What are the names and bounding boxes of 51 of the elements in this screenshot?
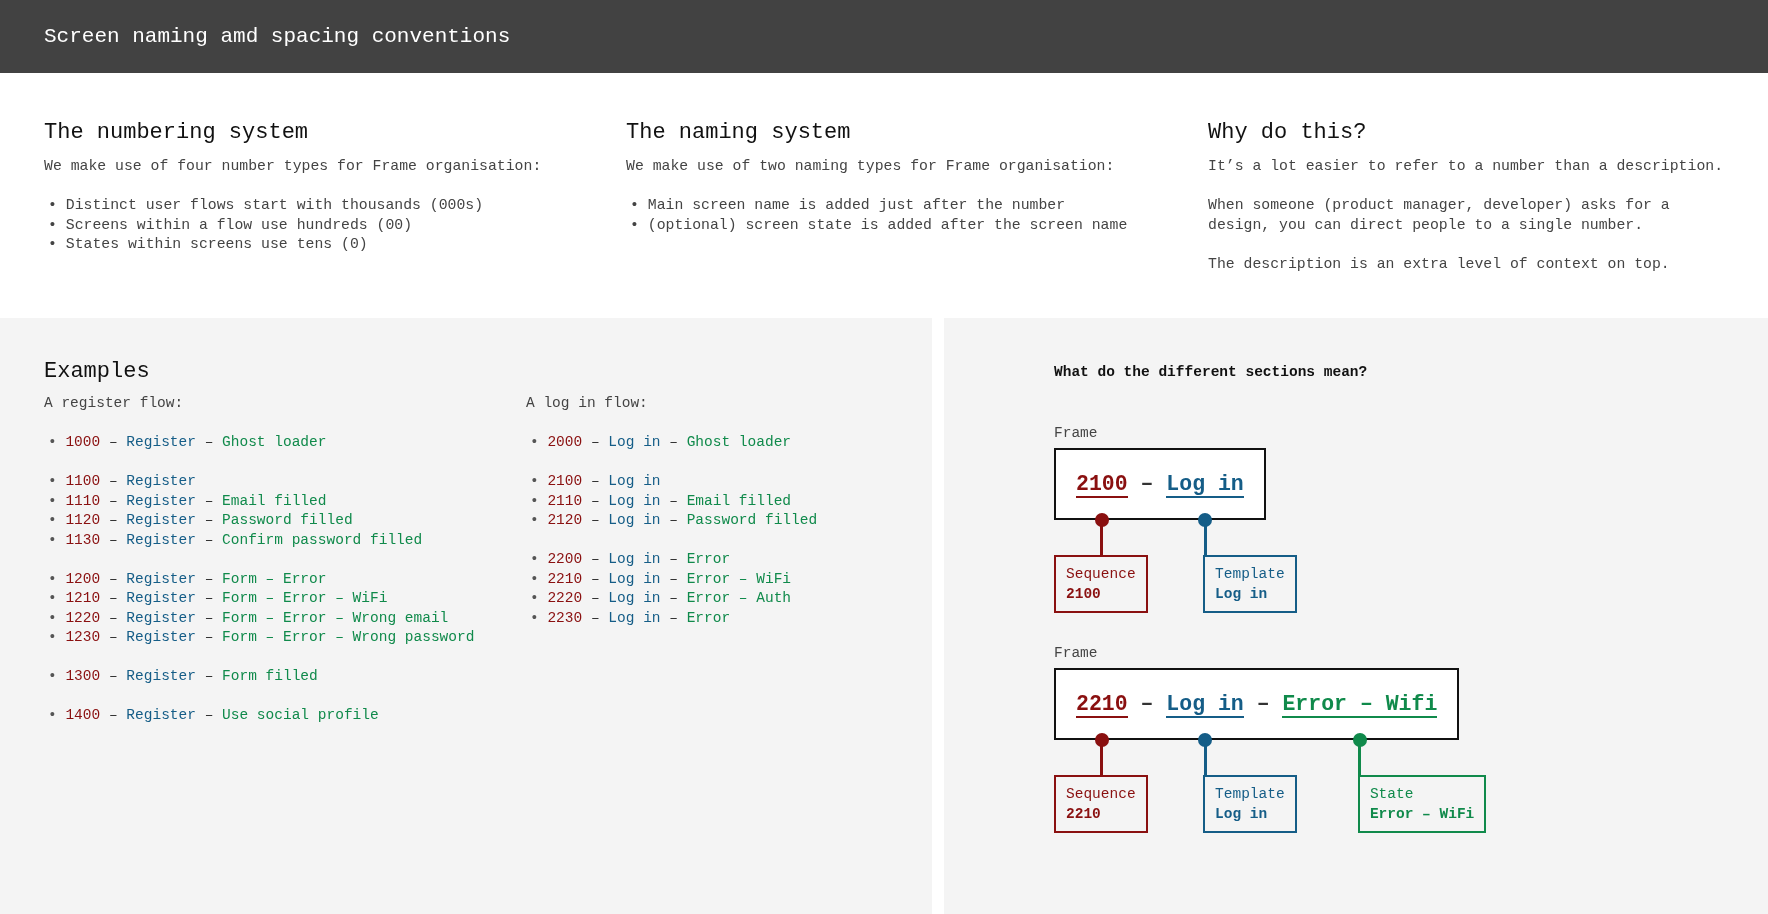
bullet-item: • (optional) screen state is added after the screen name: [629, 215, 1129, 235]
bullet-item: • States within screens use tens (0): [47, 235, 369, 254]
frame-name: 2100 – Log in: [1076, 470, 1244, 498]
frame-name: 2210 – Log in – Error – Wifi: [1076, 690, 1438, 718]
paragraph: We make use of four number types for Frame organisation:: [44, 157, 543, 176]
bullet-item: • Main screen name is added just after the number: [629, 196, 1067, 215]
example-entry: • 2000 – Log in – Ghost loader: [529, 433, 793, 452]
callout-title: Template: [1215, 564, 1285, 584]
callout-title: Sequence: [1066, 784, 1136, 804]
example-entry: • 1200 – Register – Form – Error: [47, 569, 328, 589]
example-entry: • 2210 – Log in – Error – WiFi: [529, 569, 793, 589]
example-entry: • 1220 – Register – Form – Error – Wrong email: [47, 608, 450, 628]
callout-value: 2100: [1066, 584, 1102, 604]
callout-title: Sequence: [1066, 564, 1136, 584]
example-entry: • 1300 – Register – Form filled: [47, 667, 319, 686]
frame-label: Frame: [1054, 643, 1098, 662]
example-entry: • 2120 – Log in – Password filled: [529, 511, 818, 530]
paragraph: We make use of two naming types for Frame organisation:: [626, 157, 1116, 176]
section-heading: Why do this?: [1208, 119, 1368, 147]
flow-title: A register flow:: [44, 394, 185, 413]
example-entry: • 2110 – Log in – Email filled: [529, 491, 793, 511]
bullet-item: • Screens within a flow use hundreds (00): [47, 215, 414, 235]
page-title: Screen naming amd spacing conventions: [44, 23, 511, 50]
callout-title: Template: [1215, 784, 1285, 804]
example-entry: • 1230 – Register – Form – Error – Wrong password: [47, 628, 476, 647]
examples-heading: Examples: [44, 358, 151, 386]
example-entry: • 2200 – Log in – Error: [529, 550, 732, 569]
paragraph: When someone (product manager, developer) asks for a design, you can direct people to a single number.: [1208, 196, 1671, 235]
example-entry: • 2100 – Log in: [529, 472, 662, 491]
callout-title: State: [1369, 784, 1415, 804]
paragraph: The description is an extra level of context on top.: [1208, 254, 1671, 274]
paragraph: It’s a lot easier to refer to a number than a description.: [1208, 157, 1724, 176]
example-entry: • 2230 – Log in – Error: [529, 608, 732, 628]
callout-value: 2210: [1066, 804, 1102, 824]
flow-title: A log in flow:: [526, 394, 649, 413]
section-heading: The numbering system: [44, 119, 310, 147]
diagram-heading: What do the different sections mean?: [1054, 363, 1369, 382]
example-entry: • 1130 – Register – Confirm password filled: [47, 530, 424, 550]
example-entry: • 1100 – Register: [47, 472, 197, 491]
example-entry: • 1120 – Register – Password filled: [47, 511, 354, 530]
example-entry: • 2220 – Log in – Error – Auth: [529, 589, 793, 608]
bullet-item: • Distinct user flows start with thousands (000s): [47, 196, 485, 215]
example-entry: • 1210 – Register – Form – Error – WiFi: [47, 589, 389, 608]
section-heading: The naming system: [626, 119, 852, 147]
example-entry: • 1110 – Register – Email filled: [47, 491, 328, 511]
example-entry: • 1400 – Register – Use social profile: [47, 706, 380, 725]
callout-value: Log in: [1215, 584, 1269, 604]
frame-label: Frame: [1054, 423, 1098, 442]
callout-value: Log in: [1215, 804, 1269, 824]
callout-value: Error – WiFi: [1369, 804, 1475, 824]
example-entry: • 1000 – Register – Ghost loader: [47, 433, 328, 452]
